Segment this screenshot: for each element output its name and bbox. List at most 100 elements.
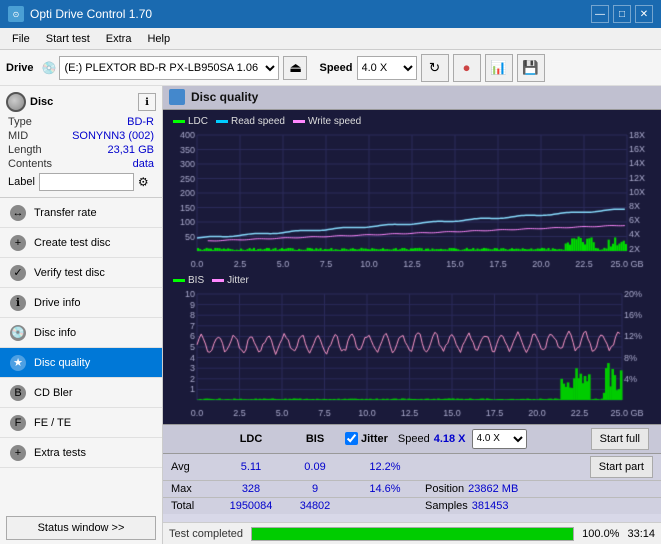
ldc-col-header: LDC xyxy=(217,433,285,445)
mid-label: MID xyxy=(8,130,28,142)
avg-label: Avg xyxy=(171,461,217,473)
extra-tests-icon: + xyxy=(10,445,26,461)
nav-drive-info[interactable]: ℹ Drive info xyxy=(0,288,162,318)
progress-bar-outer xyxy=(251,527,574,541)
close-button[interactable]: ✕ xyxy=(635,5,653,23)
disc-button[interactable]: ● xyxy=(453,54,481,82)
drive-info-icon: ℹ xyxy=(10,295,26,311)
disc-panel-title: Disc xyxy=(30,96,53,108)
disc-info-btn[interactable]: ℹ xyxy=(138,93,156,111)
position-label: Position xyxy=(425,483,464,495)
progress-text: 100.0% xyxy=(582,528,619,540)
contents-label: Contents xyxy=(8,158,52,170)
nav-label-disc-info: Disc info xyxy=(34,327,76,339)
disc-label-row: Label ⚙ xyxy=(6,173,156,191)
create-test-disc-icon: + xyxy=(10,235,26,251)
nav-disc-info[interactable]: 💿 Disc info xyxy=(0,318,162,348)
samples-value: 381453 xyxy=(472,500,509,512)
avg-bis: 0.09 xyxy=(285,461,345,473)
nav-label-create-test-disc: Create test disc xyxy=(34,237,110,249)
main-area: Disc ℹ Type BD-R MID SONYNN3 (002) Lengt… xyxy=(0,86,661,544)
progress-bar-inner xyxy=(252,528,573,540)
max-bis: 9 xyxy=(285,483,345,495)
toolbar: Drive 💿 (E:) PLEXTOR BD-R PX-LB950SA 1.0… xyxy=(0,50,661,86)
verify-test-disc-icon: ✓ xyxy=(10,265,26,281)
start-full-button[interactable]: Start full xyxy=(591,428,649,450)
title-bar: ⊙ Opti Drive Control 1.70 — □ ✕ xyxy=(0,0,661,28)
disc-contents-row: Contents data xyxy=(6,158,156,170)
total-ldc: 1950084 xyxy=(217,500,285,512)
disc-info-icon: 💿 xyxy=(10,325,26,341)
time-text: 33:14 xyxy=(627,528,655,540)
speed-col-header: Speed xyxy=(398,433,430,445)
label-label: Label xyxy=(8,176,35,188)
ldc-legend: LDC xyxy=(173,116,208,127)
nav-cd-bler[interactable]: B CD Bler xyxy=(0,378,162,408)
label-edit-icon[interactable]: ⚙ xyxy=(138,175,149,189)
jitter-checkbox[interactable] xyxy=(345,432,358,445)
nav-extra-tests[interactable]: + Extra tests xyxy=(0,438,162,468)
graph-button[interactable]: 📊 xyxy=(485,54,513,82)
speed-value: 4.18 X xyxy=(434,433,466,445)
length-value: 23,31 GB xyxy=(108,144,154,156)
nav-label-disc-quality: Disc quality xyxy=(34,357,90,369)
jitter-legend: Jitter xyxy=(212,275,249,286)
nav-label-extra-tests: Extra tests xyxy=(34,447,86,459)
maximize-button[interactable]: □ xyxy=(613,5,631,23)
progress-bar-area: Test completed 100.0% 33:14 xyxy=(163,522,661,544)
speed-label: Speed xyxy=(319,62,352,74)
cd-bler-icon: B xyxy=(10,385,26,401)
chart-header: Disc quality xyxy=(163,86,661,110)
nav-create-test-disc[interactable]: + Create test disc xyxy=(0,228,162,258)
samples-label: Samples xyxy=(425,500,468,512)
menu-extra[interactable]: Extra xyxy=(98,31,140,47)
content-area: Disc quality LDC Read speed Write speed xyxy=(163,86,661,544)
max-jitter: 14.6% xyxy=(345,483,425,495)
bottom-chart-legend: BIS Jitter xyxy=(167,273,657,288)
top-chart-canvas xyxy=(167,131,657,271)
nav-label-cd-bler: CD Bler xyxy=(34,387,73,399)
mid-value: SONYNN3 (002) xyxy=(72,130,154,142)
menu-file[interactable]: File xyxy=(4,31,38,47)
start-part-button[interactable]: Start part xyxy=(590,456,653,478)
nav-fe-te[interactable]: F FE / TE xyxy=(0,408,162,438)
app-icon: ⊙ xyxy=(8,6,24,22)
charts-area: LDC Read speed Write speed BIS xyxy=(163,110,661,424)
bis-col-header: BIS xyxy=(285,433,345,445)
disc-icon xyxy=(6,92,26,112)
contents-value: data xyxy=(133,158,154,170)
nav-label-fe-te: FE / TE xyxy=(34,417,71,429)
status-text: Test completed xyxy=(169,528,243,540)
disc-length-row: Length 23,31 GB xyxy=(6,144,156,156)
status-window-button[interactable]: Status window >> xyxy=(6,516,156,540)
nav-label-transfer-rate: Transfer rate xyxy=(34,207,97,219)
nav-verify-test-disc[interactable]: ✓ Verify test disc xyxy=(0,258,162,288)
refresh-button[interactable]: ↻ xyxy=(421,54,449,82)
label-input[interactable] xyxy=(39,173,134,191)
app-title: Opti Drive Control 1.70 xyxy=(30,7,152,21)
transfer-rate-icon: ↔ xyxy=(10,205,26,221)
max-label: Max xyxy=(171,483,217,495)
speed-col-select[interactable]: 4.0 X xyxy=(472,429,527,449)
fe-te-icon: F xyxy=(10,415,26,431)
read-speed-legend: Read speed xyxy=(216,116,285,127)
title-bar-left: ⊙ Opti Drive Control 1.70 xyxy=(8,6,152,22)
minimize-button[interactable]: — xyxy=(591,5,609,23)
type-value: BD-R xyxy=(127,116,154,128)
menu-start-test[interactable]: Start test xyxy=(38,31,98,47)
avg-ldc: 5.11 xyxy=(217,461,285,473)
nav-label-drive-info: Drive info xyxy=(34,297,80,309)
chart-title: Disc quality xyxy=(191,90,258,104)
speed-select[interactable]: 4.0 X xyxy=(357,56,417,80)
nav-label-verify-test-disc: Verify test disc xyxy=(34,267,105,279)
nav-disc-quality[interactable]: ★ Disc quality xyxy=(0,348,162,378)
bis-legend: BIS xyxy=(173,275,204,286)
eject-button[interactable]: ⏏ xyxy=(283,56,307,80)
nav-transfer-rate[interactable]: ↔ Transfer rate xyxy=(0,198,162,228)
total-label: Total xyxy=(171,500,217,512)
disc-panel: Disc ℹ Type BD-R MID SONYNN3 (002) Lengt… xyxy=(0,86,162,198)
save-button[interactable]: 💾 xyxy=(517,54,545,82)
jitter-col-header: Jitter xyxy=(361,433,388,445)
menu-help[interactable]: Help xyxy=(139,31,178,47)
drive-select[interactable]: (E:) PLEXTOR BD-R PX-LB950SA 1.06 xyxy=(59,56,279,80)
